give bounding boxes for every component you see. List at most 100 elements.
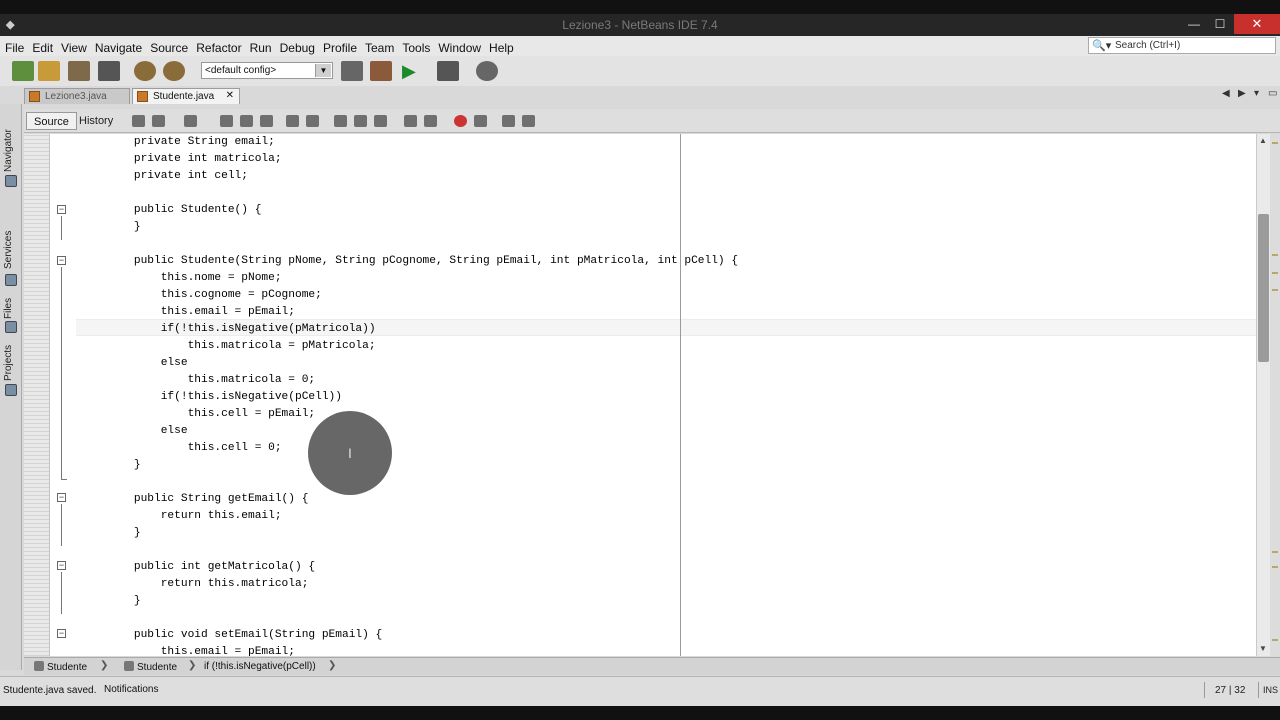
stop-macro-icon[interactable] [474,115,487,127]
menu-view[interactable]: View [57,38,91,55]
breadcrumb-item[interactable]: Studente [34,661,87,673]
title-bar: ◆ Lezione3 - NetBeans IDE 7.4 — ☐ ✕ [0,14,1280,36]
search-icon: 🔍▾ [1092,40,1112,52]
menu-team[interactable]: Team [361,38,398,55]
files-icon [5,321,17,333]
tab-history[interactable]: History [72,112,120,130]
build-icon[interactable] [341,61,363,81]
scroll-tabs-right-icon[interactable]: ▶ [1238,88,1246,99]
scrollbar-thumb[interactable] [1258,214,1269,362]
sidebar-item-projects[interactable]: Projects [3,345,14,381]
menu-debug[interactable]: Debug [276,38,319,55]
tab-lezione3[interactable]: Lezione3.java [24,88,130,104]
file-tabs: Lezione3.java Studente.java ✕ ◀ ▶ ▾ ▭ [0,86,1280,104]
back-icon[interactable] [152,115,165,127]
code-line: this.cell = pEmail; [107,408,316,420]
menu-edit[interactable]: Edit [28,38,57,55]
find-previous-icon[interactable] [240,115,253,127]
netbeans-window: ◆ Lezione3 - NetBeans IDE 7.4 — ☐ ✕ File… [0,14,1280,706]
menu-bar: File Edit View Navigate Source Refactor Run Deb… [0,36,1280,56]
window-title: Lezione3 - NetBeans IDE 7.4 [562,18,718,32]
editor-scrollbar[interactable]: ▲ ▼ [1256,134,1270,656]
search-input[interactable]: 🔍▾ Search (Ctrl+I) [1088,37,1276,54]
code-line: public void setEmail(String pEmail) { [107,629,383,641]
scroll-up-icon[interactable]: ▲ [1259,136,1267,145]
menu-window[interactable]: Window [434,38,485,55]
find-selection-icon[interactable] [220,115,233,127]
notifications-link[interactable]: Notifications [104,684,158,695]
sidebar-item-files[interactable]: Files [3,298,14,319]
stripe-mark[interactable] [1272,254,1278,256]
code-line: public Studente(String pNome, String pCo… [107,255,739,267]
new-file-icon[interactable] [12,61,34,81]
toggle-highlight-icon[interactable] [286,115,299,127]
redo-icon[interactable] [163,61,185,81]
caret-position: 27 | 32 [1215,685,1246,696]
start-macro-icon[interactable] [454,115,467,127]
save-all-icon[interactable] [98,61,120,81]
close-window-button[interactable]: ✕ [1234,14,1280,34]
projects-icon [5,384,17,396]
code-line: else [107,425,188,437]
comment-icon[interactable] [502,115,515,127]
menu-tools[interactable]: Tools [398,38,434,55]
menu-file[interactable]: File [1,38,28,55]
java-file-icon [137,91,148,102]
stripe-mark[interactable] [1272,551,1278,553]
tab-source[interactable]: Source [26,112,77,130]
stripe-mark[interactable] [1272,272,1278,274]
minimize-button[interactable]: — [1180,14,1208,34]
scroll-tabs-left-icon[interactable]: ◀ [1222,88,1230,99]
maximize-button[interactable]: ☐ [1206,14,1234,34]
stripe-mark[interactable] [1272,639,1278,641]
chevron-down-icon: ▼ [315,64,331,77]
side-panel-bar: Navigator Services Files Projects [0,104,22,670]
breadcrumb-item[interactable]: if (!this.isNegative(pCell)) [204,661,316,672]
forward-icon[interactable] [184,115,197,127]
toggle-rect-selection-icon[interactable] [306,115,319,127]
stripe-mark[interactable] [1272,289,1278,291]
tab-studente[interactable]: Studente.java ✕ [132,88,240,104]
navigator-icon [5,175,17,187]
shift-right-icon[interactable] [424,115,437,127]
new-project-icon[interactable] [38,61,60,81]
menu-help[interactable]: Help [485,38,518,55]
video-letterbox-top [0,0,1280,14]
stripe-mark[interactable] [1272,142,1278,144]
close-tab-icon[interactable]: ✕ [226,90,234,101]
open-project-icon[interactable] [68,61,90,81]
sidebar-item-services[interactable]: Services [3,231,14,269]
uncomment-icon[interactable] [522,115,535,127]
toggle-bookmark-icon[interactable] [374,115,387,127]
undo-icon[interactable] [134,61,156,81]
breadcrumb-separator-icon: ❯ [328,660,337,671]
clean-build-icon[interactable] [370,61,392,81]
code-line: } [107,595,141,607]
tab-list-icon[interactable]: ▾ [1254,88,1259,99]
stripe-mark[interactable] [1272,566,1278,568]
maximize-editor-icon[interactable]: ▭ [1268,88,1277,99]
breadcrumb-item[interactable]: Studente [124,661,177,673]
code-area[interactable]: private String email; private int matric… [24,134,1256,656]
config-select[interactable]: <default config> ▼ [201,62,333,79]
menu-refactor[interactable]: Refactor [192,38,245,55]
code-editor[interactable]: − − − − − private String email; private … [24,134,1256,656]
menu-run[interactable]: Run [246,38,276,55]
shift-left-icon[interactable] [404,115,417,127]
next-bookmark-icon[interactable] [354,115,367,127]
error-stripe[interactable] [1270,134,1280,656]
menu-navigate[interactable]: Navigate [91,38,146,55]
code-line: } [107,221,141,233]
scroll-down-icon[interactable]: ▼ [1259,644,1267,653]
run-icon[interactable]: ▶ [402,61,424,81]
menu-profile[interactable]: Profile [319,38,361,55]
menu-source[interactable]: Source [146,38,192,55]
profile-icon[interactable] [476,61,498,81]
code-line: this.nome = pNome; [107,272,282,284]
debug-icon[interactable] [437,61,459,81]
find-next-icon[interactable] [260,115,273,127]
previous-bookmark-icon[interactable] [334,115,347,127]
code-line: } [107,527,141,539]
last-edit-icon[interactable] [132,115,145,127]
sidebar-item-navigator[interactable]: Navigator [3,129,14,172]
